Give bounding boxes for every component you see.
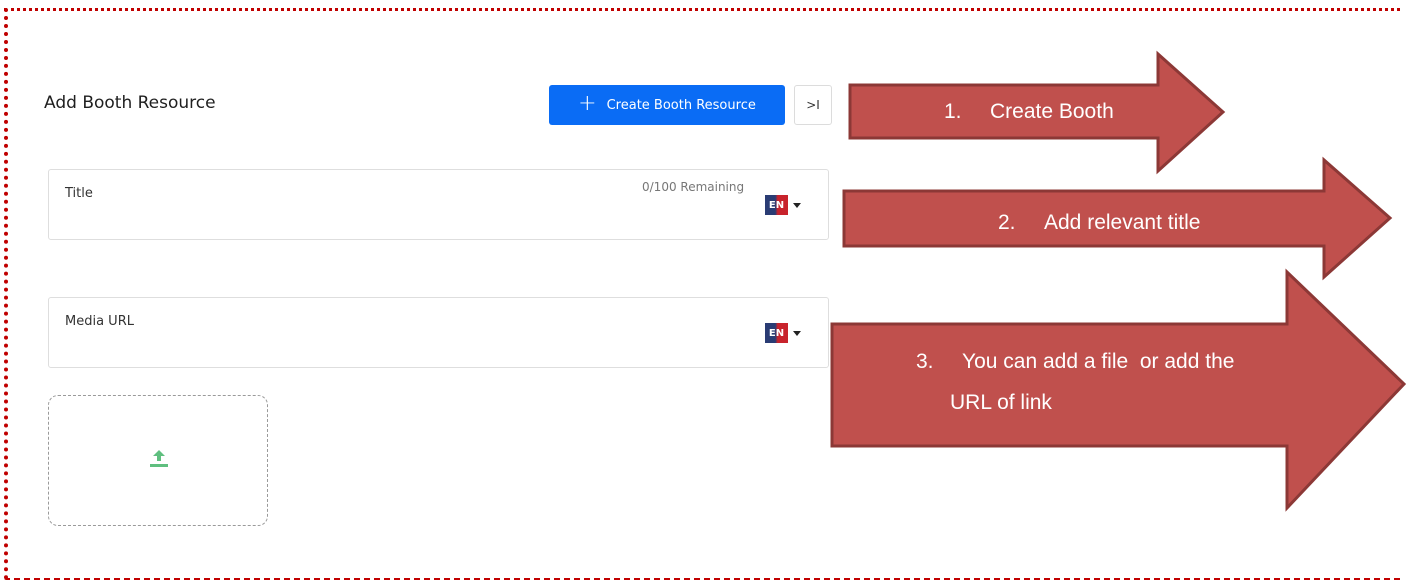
en-flag-icon: EN <box>765 323 788 343</box>
annotation-1-text: Create Booth <box>990 100 1114 123</box>
file-upload-dropzone[interactable] <box>48 395 268 526</box>
annotation-1-number: 1. <box>944 100 962 123</box>
caret-down-icon <box>793 202 801 208</box>
create-button-label: Create Booth Resource <box>606 97 756 113</box>
annotation-text-3: 3. You can add a file or add the URL of … <box>916 350 1336 430</box>
panel-title: Add Booth Resource <box>44 93 216 113</box>
annotation-text-1: 1. Create Booth <box>944 100 1244 130</box>
media-language-selector[interactable]: EN <box>765 323 801 343</box>
collapse-panel-button[interactable]: >I <box>794 85 832 125</box>
title-language-selector[interactable]: EN <box>765 195 801 215</box>
en-flag-icon: EN <box>765 195 788 215</box>
annotation-3-number: 3. <box>916 350 934 373</box>
title-remaining-counter: 0/100 Remaining <box>642 180 745 194</box>
upload-icon <box>150 450 168 467</box>
caret-down-icon <box>793 330 801 336</box>
media-url-field[interactable]: Media URL EN <box>48 297 829 368</box>
title-field[interactable]: Title 0/100 Remaining EN <box>48 169 829 240</box>
annotation-2-number: 2. <box>998 211 1016 234</box>
plus-icon: + <box>578 91 597 116</box>
create-booth-resource-button[interactable]: + Create Booth Resource <box>549 85 785 125</box>
title-label: Title <box>65 186 93 201</box>
annotation-3-line1: You can add a file or add the <box>962 350 1235 373</box>
annotation-2-text: Add relevant title <box>1044 211 1201 234</box>
annotation-3-line2: URL of link <box>950 391 1052 414</box>
annotation-text-2: 2. Add relevant title <box>998 211 1318 241</box>
media-url-label: Media URL <box>65 314 134 329</box>
